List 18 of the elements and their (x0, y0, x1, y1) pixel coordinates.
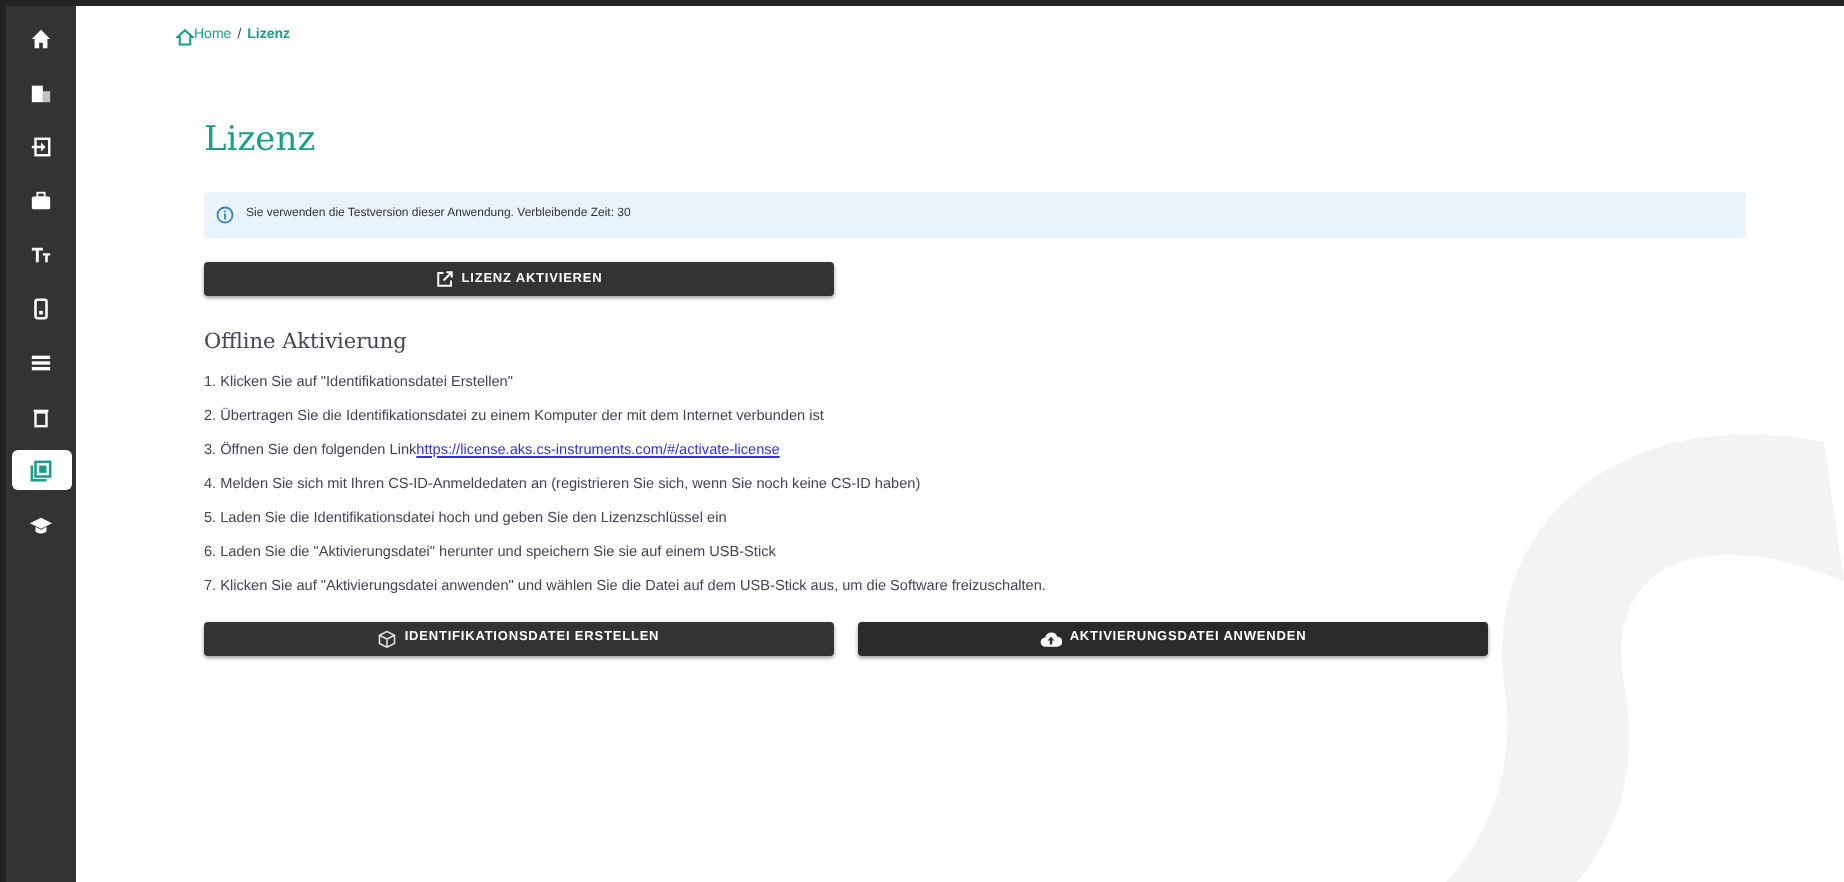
external-link-icon (435, 269, 454, 288)
page-title: Lizenz (204, 119, 318, 160)
home-icon (30, 27, 52, 49)
sidebar-item[interactable] (11, 450, 71, 490)
section-heading: Offline Aktivierung (204, 327, 409, 358)
graduation-cap-icon (30, 513, 52, 535)
home-icon (176, 27, 194, 46)
text-size-icon (30, 243, 52, 265)
trash-icon (30, 405, 52, 427)
briefcase-icon (30, 189, 52, 211)
cube-icon (378, 629, 397, 648)
login-icon (30, 135, 52, 157)
info-icon (216, 205, 234, 224)
building-icon (30, 81, 52, 103)
device-icon (30, 297, 52, 319)
list-icon (30, 351, 52, 373)
license-icon (30, 459, 52, 481)
cloud-upload-icon (1039, 629, 1062, 648)
